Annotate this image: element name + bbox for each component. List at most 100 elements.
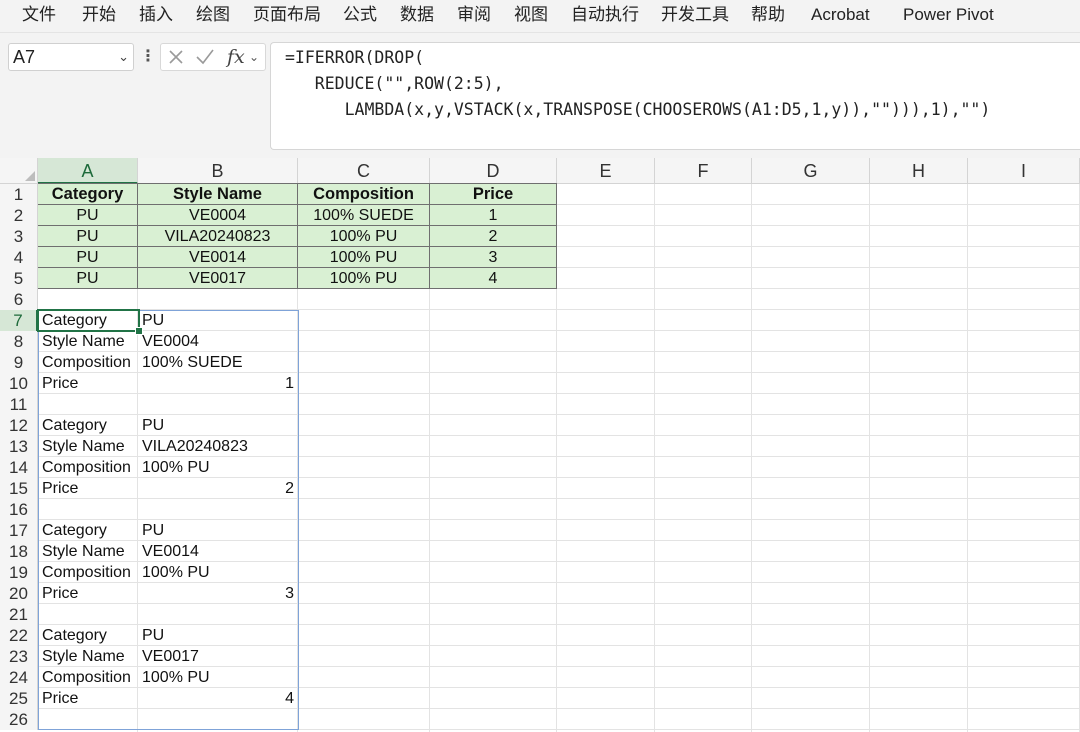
spill-label-cell[interactable]: Category [38,310,138,331]
row-header[interactable]: 7 [0,310,38,331]
spill-value-cell[interactable]: 3 [138,583,298,604]
spill-label-cell[interactable]: Style Name [38,436,138,457]
column-header-g[interactable]: G [752,158,870,184]
row-header[interactable]: 6 [0,289,38,310]
more-options-icon[interactable]: ⋮ [140,43,156,71]
table-cell[interactable]: 4 [430,268,557,289]
table-cell[interactable]: 3 [430,247,557,268]
spill-value-cell[interactable]: VE0004 [138,331,298,352]
column-header-d[interactable]: D [430,158,557,184]
column-header-b[interactable]: B [138,158,298,184]
row-header[interactable]: 3 [0,226,38,247]
enter-check-icon[interactable] [195,48,215,66]
table-cell[interactable]: 100% PU [298,247,430,268]
row-header[interactable]: 11 [0,394,38,415]
spill-label-cell[interactable]: Price [38,583,138,604]
spill-value-cell[interactable]: 2 [138,478,298,499]
spill-label-cell[interactable]: Category [38,625,138,646]
spill-label-cell[interactable]: Style Name [38,646,138,667]
column-header-f[interactable]: F [655,158,752,184]
row-header[interactable]: 22 [0,625,38,646]
cancel-icon[interactable] [167,48,185,66]
table-header-cell[interactable]: Style Name [138,184,298,205]
spill-value-cell[interactable]: VE0017 [138,646,298,667]
row-header[interactable]: 19 [0,562,38,583]
row-header[interactable]: 12 [0,415,38,436]
spill-label-cell[interactable]: Style Name [38,541,138,562]
spill-value-cell[interactable]: 100% PU [138,457,298,478]
row-header[interactable]: 1 [0,184,38,205]
formula-input[interactable]: =IFERROR(DROP( REDUCE("",ROW(2:5), LAMBD… [270,42,1080,150]
spill-label-cell[interactable]: Composition [38,562,138,583]
table-header-cell[interactable]: Category [38,184,138,205]
table-cell[interactable]: PU [38,226,138,247]
spill-value-cell[interactable]: VE0014 [138,541,298,562]
spill-label-cell[interactable]: Price [38,478,138,499]
row-header[interactable]: 16 [0,499,38,520]
spill-value-cell[interactable]: 100% PU [138,667,298,688]
spill-value-cell[interactable]: PU [138,625,298,646]
table-cell[interactable]: 100% PU [298,268,430,289]
menu-item[interactable]: 数据 [400,0,434,30]
menu-item[interactable]: 公式 [343,0,377,30]
menu-item[interactable]: Acrobat [811,0,870,30]
spill-value-cell[interactable]: 100% SUEDE [138,352,298,373]
spill-value-cell[interactable]: 100% PU [138,562,298,583]
menu-item[interactable]: 视图 [514,0,548,30]
spill-label-cell[interactable]: Composition [38,457,138,478]
table-cell[interactable]: VILA20240823 [138,226,298,247]
spill-label-cell[interactable]: Price [38,688,138,709]
fill-handle[interactable] [135,327,143,335]
column-header-e[interactable]: E [557,158,655,184]
table-header-cell[interactable]: Price [430,184,557,205]
row-header[interactable]: 4 [0,247,38,268]
table-cell[interactable]: PU [38,268,138,289]
spill-value-cell[interactable]: 1 [138,373,298,394]
spill-value-cell[interactable]: 4 [138,688,298,709]
spill-label-cell[interactable]: Category [38,520,138,541]
row-header[interactable]: 18 [0,541,38,562]
column-header-h[interactable]: H [870,158,968,184]
spill-value-cell[interactable]: PU [138,310,298,331]
column-header-c[interactable]: C [298,158,430,184]
row-header[interactable]: 2 [0,205,38,226]
spill-label-cell[interactable]: Category [38,415,138,436]
spill-label-cell[interactable]: Style Name [38,331,138,352]
table-cell[interactable]: VE0004 [138,205,298,226]
menu-item[interactable]: 自动执行 [571,0,639,30]
row-header[interactable]: 8 [0,331,38,352]
table-cell[interactable]: VE0017 [138,268,298,289]
row-header[interactable]: 23 [0,646,38,667]
row-header[interactable]: 25 [0,688,38,709]
select-all-button[interactable] [0,158,38,184]
row-header[interactable]: 10 [0,373,38,394]
table-cell[interactable]: PU [38,205,138,226]
menu-item[interactable]: 文件 [22,0,56,30]
spill-value-cell[interactable]: VILA20240823 [138,436,298,457]
row-header[interactable]: 24 [0,667,38,688]
column-header-a[interactable]: A [38,158,138,184]
row-header[interactable]: 15 [0,478,38,499]
menu-item[interactable]: 插入 [139,0,173,30]
table-header-cell[interactable]: Composition [298,184,430,205]
menu-item[interactable]: 开发工具 [661,0,729,30]
table-cell[interactable]: 100% SUEDE [298,205,430,226]
name-box[interactable]: A7 ⌄ [8,43,134,71]
table-cell[interactable]: 1 [430,205,557,226]
table-cell[interactable]: 100% PU [298,226,430,247]
insert-function-button[interactable]: fx [227,44,245,70]
spill-label-cell[interactable]: Composition [38,352,138,373]
menu-item[interactable]: 绘图 [196,0,230,30]
menu-item[interactable]: 帮助 [751,0,785,30]
menu-item[interactable]: 审阅 [457,0,491,30]
row-header[interactable]: 26 [0,709,38,730]
table-cell[interactable]: 2 [430,226,557,247]
menu-item[interactable]: Power Pivot [903,0,994,30]
spill-label-cell[interactable]: Composition [38,667,138,688]
row-header[interactable]: 21 [0,604,38,625]
row-header[interactable]: 17 [0,520,38,541]
row-header[interactable]: 20 [0,583,38,604]
column-header-i[interactable]: I [968,158,1080,184]
spill-label-cell[interactable]: Price [38,373,138,394]
menu-item[interactable]: 页面布局 [253,0,321,30]
